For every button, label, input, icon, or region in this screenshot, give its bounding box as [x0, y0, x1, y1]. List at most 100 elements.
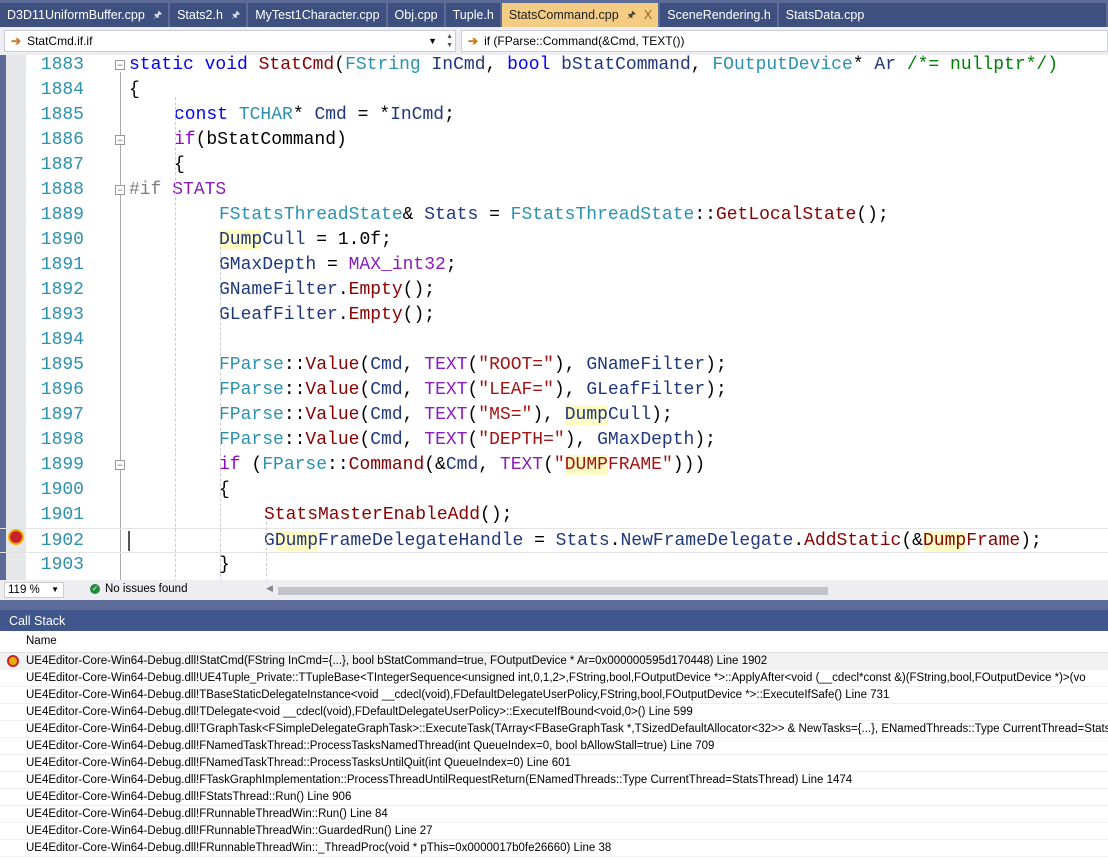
pin-icon[interactable]: 🖈	[627, 8, 636, 27]
tab-statscommand-cpp[interactable]: StatsCommand.cpp 🖈 X	[501, 3, 659, 27]
code-token: static void	[129, 55, 259, 75]
code-editor[interactable]: 1883− static void StatCmd(FString InCmd, …	[0, 55, 1108, 580]
code-line[interactable]: 1891 GMaxDepth = MAX_int32;	[0, 253, 1108, 278]
call-stack-frame[interactable]: UE4Editor-Core-Win64-Debug.dll!TGraphTas…	[0, 721, 1108, 738]
code-line[interactable]: 1897 FParse::Value(Cmd, TEXT("MS="), Dump…	[0, 403, 1108, 428]
call-stack-title: Call Stack	[0, 610, 1108, 631]
horizontal-scrollbar[interactable]	[278, 587, 828, 595]
code-token: Stats	[424, 205, 479, 225]
code-token: ::	[694, 205, 716, 225]
code-token: (	[359, 405, 371, 425]
line-number: 1888	[40, 180, 84, 200]
call-stack-frame[interactable]: UE4Editor-Core-Win64-Debug.dll!FRunnable…	[0, 823, 1108, 840]
code-line[interactable]: 1888 − #if STATS	[0, 178, 1108, 203]
collapse-icon[interactable]: −	[115, 60, 125, 70]
code-line[interactable]: 1901 StatsMasterEnableAdd();	[0, 503, 1108, 528]
call-stack-frame[interactable]: UE4Editor-Core-Win64-Debug.dll!TDelegate…	[0, 704, 1108, 721]
tab-stats2-h[interactable]: Stats2.h 🖈	[170, 3, 247, 27]
frame-text: UE4Editor-Core-Win64-Debug.dll!TGraphTas…	[26, 723, 1108, 735]
close-icon[interactable]: X	[644, 8, 652, 27]
tab-obj-cpp[interactable]: Obj.cpp	[387, 3, 444, 27]
call-stack-frame[interactable]: UE4Editor-Core-Win64-Debug.dll!TBaseStat…	[0, 687, 1108, 704]
code-line[interactable]: 1899− if (FParse::Command(&Cmd, TEXT("DUM…	[0, 453, 1108, 478]
code-text: FParse::Value(Cmd, TEXT("LEAF="), GLeafF…	[219, 378, 727, 403]
code-text: GNameFilter.Empty();	[219, 278, 435, 303]
tab-d3d11uniformbuffer-cpp[interactable]: D3D11UniformBuffer.cpp 🖈	[0, 3, 169, 27]
chevron-down-icon[interactable]: ▼	[428, 36, 437, 46]
code-text: {	[129, 78, 140, 103]
tab-statsdata-cpp[interactable]: StatsData.cpp	[778, 3, 1106, 27]
code-line[interactable]: 1895 FParse::Value(Cmd, TEXT("ROOT="), GN…	[0, 353, 1108, 378]
collapse-icon[interactable]: −	[115, 135, 125, 145]
code-token: (	[543, 455, 554, 475]
line-number: 1896	[40, 380, 84, 400]
tab-mytest1character-cpp[interactable]: MyTest1Character.cpp	[248, 3, 386, 27]
code-line[interactable]: 1890 DumpCull = 1.0f;	[0, 228, 1108, 253]
code-line[interactable]: 1893 GLeafFilter.Empty();	[0, 303, 1108, 328]
code-token: FOutputDevice	[712, 55, 853, 75]
code-token: GMaxDepth	[597, 430, 695, 450]
code-token: (&	[424, 455, 446, 475]
indent-guide	[266, 522, 267, 580]
code-line[interactable]: 1885 const TCHAR* Cmd = *InCmd;	[0, 103, 1108, 128]
code-token: ();	[856, 205, 889, 225]
code-text: const TCHAR* Cmd = *InCmd;	[174, 103, 455, 128]
collapse-icon[interactable]: −	[115, 185, 125, 195]
code-line[interactable]: 1889 FStatsThreadState& Stats = FStatsThr…	[0, 203, 1108, 228]
call-stack-frame[interactable]: UE4Editor-Core-Win64-Debug.dll!FStatsThr…	[0, 789, 1108, 806]
code-line[interactable]: 1883 − static void StatCmd(FString InCmd, …	[0, 55, 1108, 78]
line-number: 1890	[40, 230, 84, 250]
code-token: .	[793, 531, 805, 551]
pin-icon[interactable]: 🖈	[231, 8, 240, 27]
code-token: TCHAR	[238, 105, 293, 125]
pin-icon[interactable]: 🖈	[153, 8, 162, 27]
collapse-icon[interactable]: −	[115, 460, 125, 470]
call-stack-frame[interactable]: UE4Editor-Core-Win64-Debug.dll!StatCmd(F…	[0, 653, 1108, 670]
code-line[interactable]: 1887{	[0, 153, 1108, 178]
code-token: ;	[445, 255, 457, 275]
scroll-left-icon[interactable]: ◀	[266, 583, 273, 594]
code-token: ,	[690, 55, 713, 75]
call-stack-frame[interactable]: UE4Editor-Core-Win64-Debug.dll!FTaskGrap…	[0, 772, 1108, 789]
frame-text: UE4Editor-Core-Win64-Debug.dll!UE4Tuple_…	[26, 672, 1086, 684]
line-number: 1889	[40, 205, 84, 225]
code-line[interactable]: 1900{	[0, 478, 1108, 503]
tab-label: Obj.cpp	[394, 8, 438, 22]
code-line[interactable]: 1898 FParse::Value(Cmd, TEXT("DEPTH="), G…	[0, 428, 1108, 453]
code-token: const	[174, 105, 239, 125]
column-header-name[interactable]: Name	[0, 631, 1108, 653]
code-token: (	[467, 355, 479, 375]
line-number: 1893	[40, 305, 84, 325]
code-line[interactable]: 1896 FParse::Value(Cmd, TEXT("LEAF="), GL…	[0, 378, 1108, 403]
scroll-arrows-icon[interactable]: ▲ ▼	[446, 32, 453, 50]
code-token: ,	[402, 405, 425, 425]
call-stack-frame[interactable]: UE4Editor-Core-Win64-Debug.dll!FRunnable…	[0, 840, 1108, 857]
zoom-dropdown[interactable]: 119 % ▼	[4, 582, 64, 598]
code-token: Empty	[348, 305, 403, 325]
issues-indicator[interactable]: ✓ No issues found	[90, 583, 187, 595]
tab-tuple-h[interactable]: Tuple.h	[445, 3, 500, 27]
line-number: 1903	[40, 555, 84, 575]
tab-scenerendering-h[interactable]: SceneRendering.h	[660, 3, 777, 27]
code-token: Cull	[262, 230, 306, 250]
code-token: {	[129, 80, 140, 100]
code-line[interactable]: 1902 GDumpFrameDelegateHandle = Stats.New…	[0, 528, 1108, 553]
call-stack-frame[interactable]: UE4Editor-Core-Win64-Debug.dll!FNamedTas…	[0, 755, 1108, 772]
code-token: bool	[507, 55, 562, 75]
code-line[interactable]: 1884 {	[0, 78, 1108, 103]
code-line[interactable]: 1903}	[0, 553, 1108, 578]
scope-dropdown[interactable]: ➔ StatCmd.if.if ▼ ▲ ▼	[4, 30, 456, 52]
code-token: ),	[553, 355, 587, 375]
frame-text: UE4Editor-Core-Win64-Debug.dll!FRunnable…	[26, 825, 433, 837]
code-token: =	[478, 205, 511, 225]
code-line[interactable]: 1886 − if(bStatCommand)	[0, 128, 1108, 153]
code-line[interactable]: 1892 GNameFilter.Empty();	[0, 278, 1108, 303]
code-line[interactable]: 1894	[0, 328, 1108, 353]
call-stack-frame[interactable]: UE4Editor-Core-Win64-Debug.dll!FNamedTas…	[0, 738, 1108, 755]
breakpoint-current-statement-icon[interactable]	[8, 529, 24, 545]
code-token: ),	[564, 430, 598, 450]
code-text: GLeafFilter.Empty();	[219, 303, 435, 328]
member-dropdown[interactable]: ➔ if (FParse::Command(&Cmd, TEXT())	[461, 30, 1108, 52]
call-stack-frame[interactable]: UE4Editor-Core-Win64-Debug.dll!UE4Tuple_…	[0, 670, 1108, 687]
call-stack-frame[interactable]: UE4Editor-Core-Win64-Debug.dll!FRunnable…	[0, 806, 1108, 823]
